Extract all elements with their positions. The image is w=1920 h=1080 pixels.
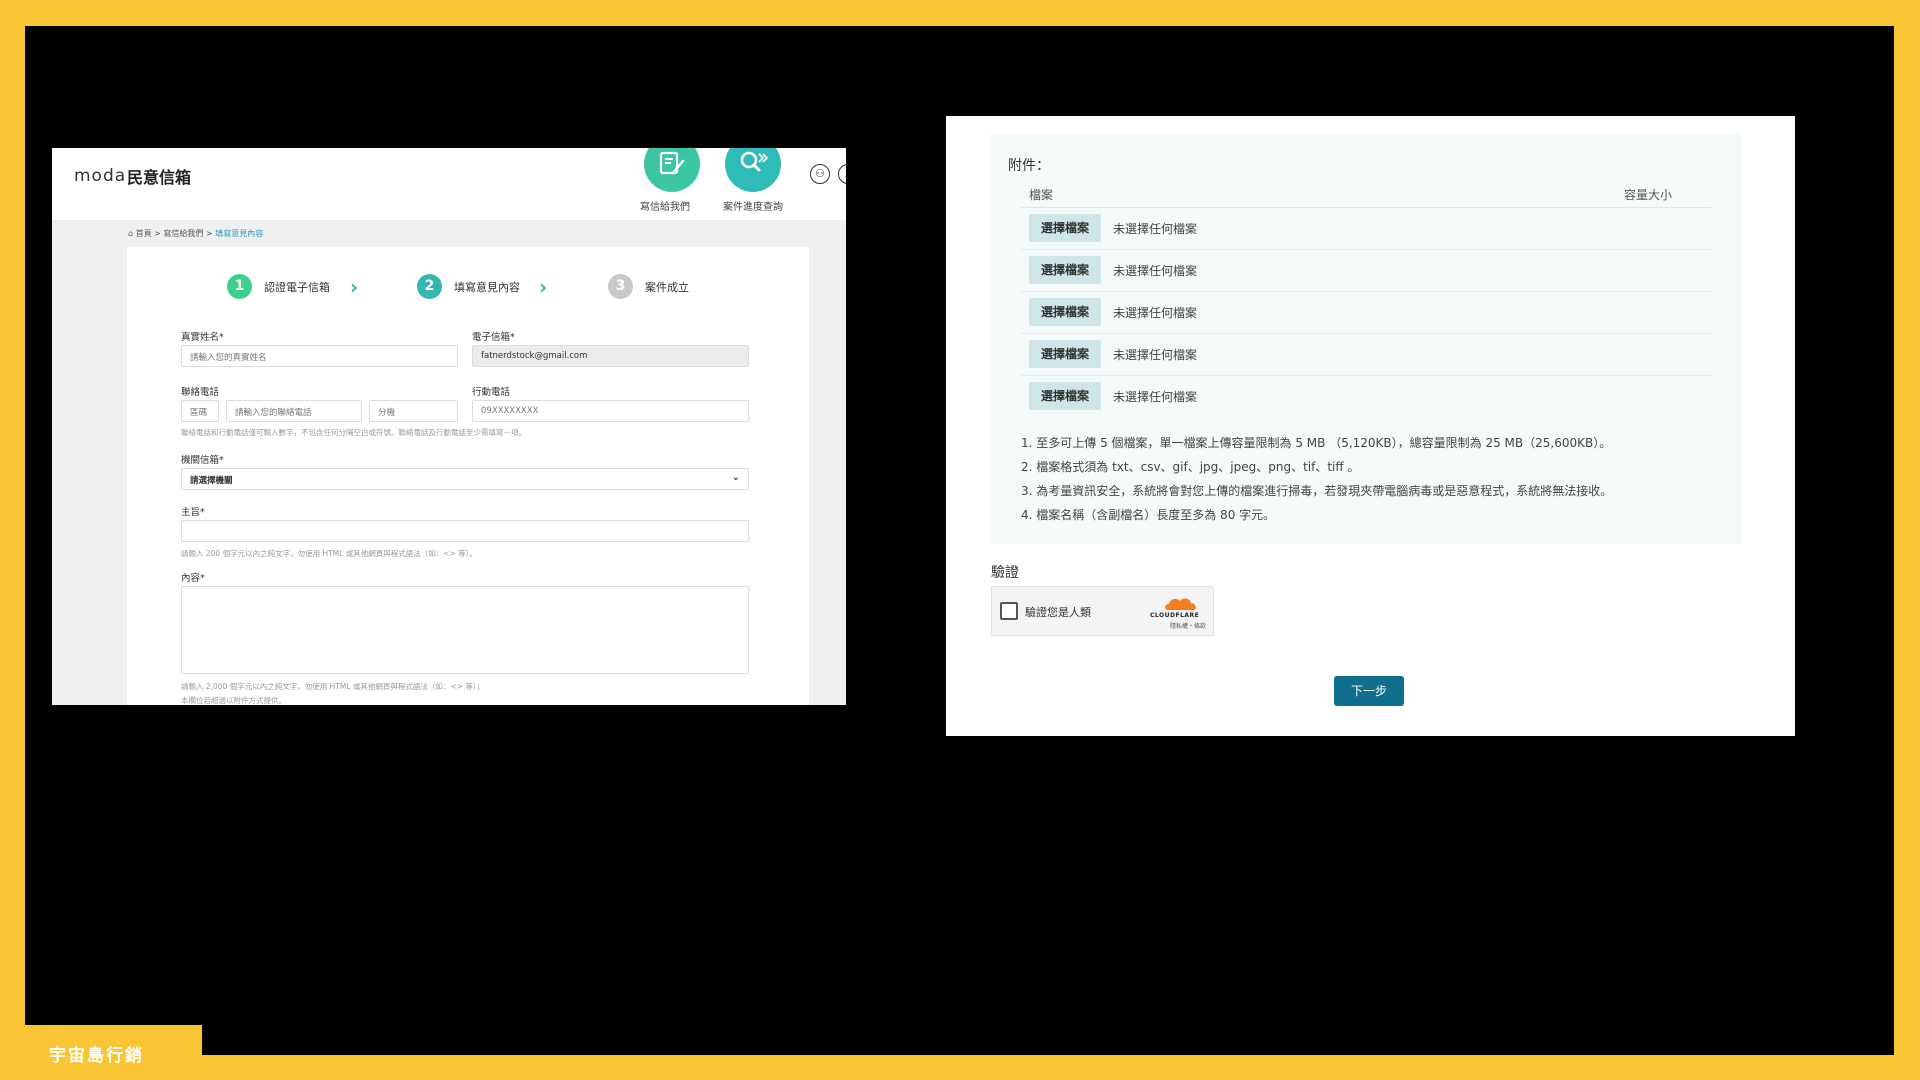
- file-status: 未選擇任何檔案: [1113, 348, 1198, 362]
- attachments-section: 附件： 檔案 容量大小 選擇檔案 未選擇任何檔案 選擇檔案 未選擇任何檔案 選擇…: [991, 134, 1741, 544]
- step-1-label: 認證電子信箱: [264, 280, 330, 294]
- name-label: 真實姓名*: [181, 332, 224, 343]
- agency-select[interactable]: 請選擇機關 ⌄: [181, 468, 749, 490]
- breadcrumb-write[interactable]: 寫信給我們: [163, 229, 203, 238]
- phone-hint: 聯絡電話和行動電話僅可輸入數字，不包含任何分隔空白或符號。聯絡電話及行動電話至少…: [181, 428, 526, 437]
- file-row: 選擇檔案 未選擇任何檔案: [1021, 250, 1711, 292]
- choose-file-button[interactable]: 選擇檔案: [1029, 340, 1101, 368]
- content-label: 內容*: [181, 573, 205, 584]
- file-status: 未選擇任何檔案: [1113, 390, 1198, 404]
- cloud-icon: [1165, 598, 1196, 610]
- mobile-label: 行動電話: [472, 387, 511, 398]
- agency-label: 機關信箱*: [181, 455, 224, 466]
- step-2: 2 填寫意見內容: [417, 274, 520, 299]
- file-row: 選擇檔案 未選擇任何檔案: [1021, 376, 1711, 418]
- chevron-right-icon: ›: [350, 275, 359, 299]
- extension-input[interactable]: 分機: [369, 400, 458, 422]
- brand-tab: 宇宙島行銷: [25, 1025, 202, 1080]
- breadcrumb-home[interactable]: 首頁: [136, 229, 152, 238]
- file-row: 選擇檔案 未選擇任何檔案: [1021, 334, 1711, 376]
- file-status: 未選擇任何檔案: [1113, 306, 1198, 320]
- upload-rules-list: 1. 至多可上傳 5 個檔案，單一檔案上傳容量限制為 5 MB （5,120KB…: [1021, 434, 1612, 530]
- home-icon[interactable]: ⌂: [128, 229, 133, 238]
- breadcrumb: ⌂ 首頁 > 寫信給我們 > 填寫意見內容: [128, 228, 263, 239]
- step-2-number: 2: [417, 274, 442, 299]
- attachments-screenshot-panel: 附件： 檔案 容量大小 選擇檔案 未選擇任何檔案 選擇檔案 未選擇任何檔案 選擇…: [946, 116, 1795, 736]
- captcha-label: 驗證您是人類: [1025, 606, 1091, 619]
- breadcrumb-separator: >: [154, 229, 161, 238]
- content-hint: 請輸入 2,000 個字元以內之純文字，勿使用 HTML 或其他網頁與程式語法（…: [181, 682, 485, 691]
- case-progress-label[interactable]: 案件進度查詢: [723, 198, 783, 213]
- file-status: 未選擇任何檔案: [1113, 222, 1198, 236]
- search-progress-icon: [740, 151, 769, 172]
- breadcrumb-current: 填寫意見內容: [215, 229, 264, 238]
- write-letter-button[interactable]: [644, 148, 700, 192]
- cloudflare-wordmark: CLOUDFLARE: [1150, 612, 1200, 619]
- language-icon[interactable]: ⌕: [838, 164, 846, 184]
- email-label: 電子信箱*: [472, 332, 515, 343]
- breadcrumb-separator: >: [205, 229, 213, 238]
- phone-input[interactable]: 請輸入您的聯絡電話: [226, 400, 362, 422]
- name-input[interactable]: 請輸入您的真實姓名: [181, 345, 458, 367]
- step-3-number: 3: [608, 274, 633, 299]
- choose-file-button[interactable]: 選擇檔案: [1029, 214, 1101, 242]
- write-letter-icon: [659, 151, 685, 175]
- step-2-label: 填寫意見內容: [454, 280, 520, 294]
- step-3-label: 案件成立: [645, 280, 689, 294]
- upload-rule: 2. 檔案格式須為 txt、csv、gif、jpg、jpeg、png、tif、t…: [1021, 460, 1360, 474]
- form-card: 1 認證電子信箱 › 2 填寫意見內容 › 3 案件成立 真實姓名* 請輸入您的…: [127, 247, 809, 705]
- cloudflare-logo: CLOUDFLARE 隱私權・條款: [1150, 595, 1210, 630]
- subject-hint: 請輸入 200 個字元以內之純文字，勿使用 HTML 或其他網頁與程式語法（如：…: [181, 549, 477, 558]
- subject-input[interactable]: [181, 520, 749, 542]
- column-header-size: 容量大小: [1624, 188, 1673, 202]
- form-screenshot-panel: moda 民意信箱 寫信給我們 案件進度查詢 ⚇ ⌕ ⌂ 首頁 >: [52, 148, 846, 705]
- page-body: ⌂ 首頁 > 寫信給我們 > 填寫意見內容 1 認證電子信箱 › 2 填寫意見內…: [52, 220, 846, 705]
- moda-logo: moda: [74, 166, 127, 186]
- step-1: 1 認證電子信箱: [227, 274, 330, 299]
- step-3: 3 案件成立: [608, 274, 689, 299]
- choose-file-button[interactable]: 選擇檔案: [1029, 256, 1101, 284]
- column-header-file: 檔案: [1029, 188, 1054, 202]
- attachments-title: 附件：: [1008, 158, 1050, 174]
- mobile-input[interactable]: 09XXXXXXXX: [472, 400, 749, 422]
- brand-name: 宇宙島行銷: [49, 1046, 144, 1066]
- file-status: 未選擇任何檔案: [1113, 264, 1198, 278]
- upload-rule: 1. 至多可上傳 5 個檔案，單一檔案上傳容量限制為 5 MB （5,120KB…: [1021, 436, 1612, 450]
- content-textarea[interactable]: [181, 586, 749, 674]
- content-hint-2: 本欄位若超過以附件方式提供。: [181, 696, 286, 705]
- captcha-checkbox[interactable]: [1000, 602, 1018, 620]
- upload-rule: 4. 檔案名稱（含副檔名）長度至多為 80 字元。: [1021, 508, 1276, 522]
- email-field[interactable]: fatnerdstock@gmail.com: [472, 345, 749, 367]
- subject-label: 主旨*: [181, 507, 205, 518]
- site-header: moda 民意信箱 寫信給我們 案件進度查詢 ⚇ ⌕: [52, 148, 846, 220]
- chevron-right-icon: ›: [539, 275, 548, 299]
- area-code-input[interactable]: 區碼: [181, 400, 219, 422]
- file-row: 選擇檔案 未選擇任何檔案: [1021, 208, 1711, 250]
- captcha-widget: 驗證您是人類 CLOUDFLARE 隱私權・條款: [991, 586, 1214, 636]
- phone-label: 聯絡電話: [181, 387, 220, 398]
- case-progress-button[interactable]: [725, 148, 781, 192]
- choose-file-button[interactable]: 選擇檔案: [1029, 382, 1101, 410]
- agency-select-value: 請選擇機關: [190, 476, 233, 486]
- step-1-number: 1: [227, 274, 252, 299]
- verify-title: 驗證: [991, 565, 1019, 581]
- write-letter-label[interactable]: 寫信給我們: [640, 198, 690, 213]
- file-row: 選擇檔案 未選擇任何檔案: [1021, 292, 1711, 334]
- captcha-privacy-links[interactable]: 隱私權・條款: [1170, 621, 1206, 630]
- chevron-down-icon: ⌄: [731, 472, 740, 483]
- site-title: 民意信箱: [127, 168, 192, 187]
- choose-file-button[interactable]: 選擇檔案: [1029, 298, 1101, 326]
- accessibility-icon[interactable]: ⚇: [810, 164, 830, 184]
- next-step-button[interactable]: 下一步: [1334, 676, 1404, 706]
- upload-rule: 3. 為考量資訊安全，系統將會對您上傳的檔案進行掃毒，若發現夾帶電腦病毒或是惡意…: [1021, 484, 1613, 498]
